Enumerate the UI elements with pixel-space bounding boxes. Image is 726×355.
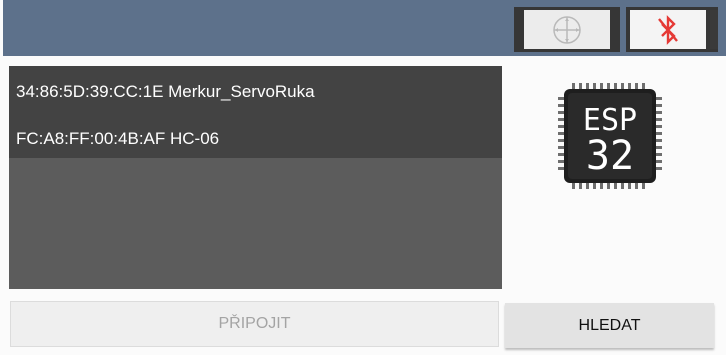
device-list-item[interactable]: FC:A8:FF:00:4B:AF HC-06 — [16, 129, 219, 149]
crosshair-move-icon — [553, 15, 581, 44]
device-list[interactable]: 34:86:5D:39:CC:1E Merkur_ServoRuka FC:A8… — [9, 66, 502, 289]
move-button[interactable] — [514, 7, 620, 52]
app-screen: 34:86:5D:39:CC:1E Merkur_ServoRuka FC:A8… — [0, 0, 726, 355]
bluetooth-button[interactable] — [626, 7, 718, 52]
esp32-chip-logo: ESP 32 — [558, 83, 662, 189]
bluetooth-disabled-icon — [658, 14, 678, 45]
device-list-item[interactable]: 34:86:5D:39:CC:1E Merkur_ServoRuka — [16, 82, 315, 102]
connect-button[interactable]: PŘIPOJIT — [10, 301, 499, 347]
bluetooth-button-edge — [710, 10, 718, 49]
device-items-area: 34:86:5D:39:CC:1E Merkur_ServoRuka FC:A8… — [9, 66, 502, 158]
search-button[interactable]: HLEDAT — [505, 303, 714, 348]
bluetooth-button-face — [630, 10, 706, 49]
move-button-face — [524, 10, 610, 49]
chip-label-32: 32 — [586, 133, 634, 179]
